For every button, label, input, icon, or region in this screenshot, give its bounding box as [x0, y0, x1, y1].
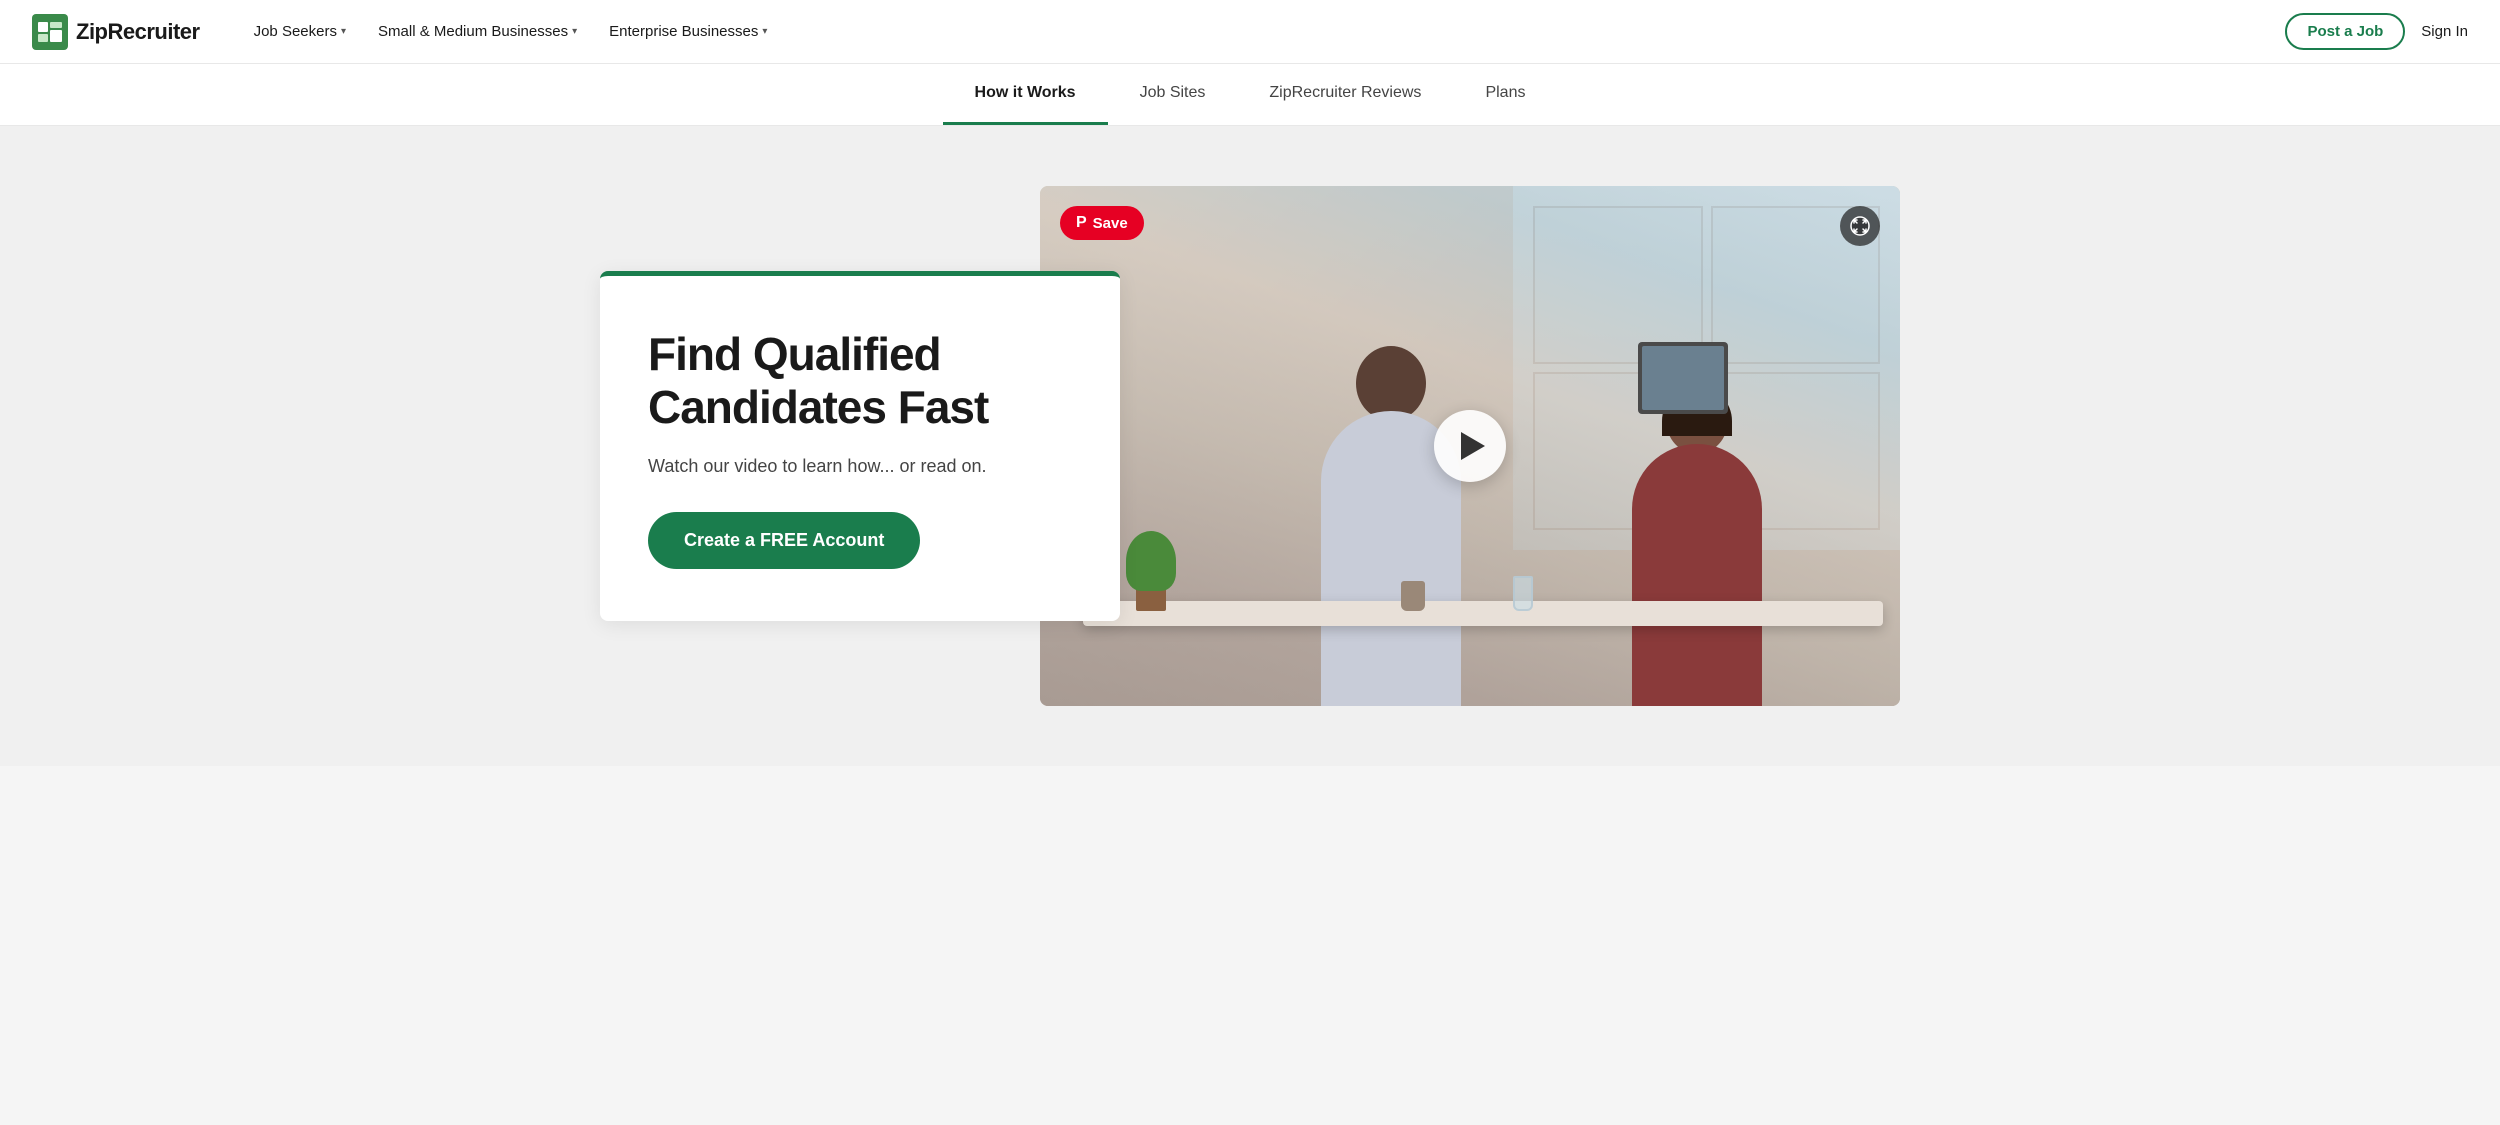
- subnav-reviews[interactable]: ZipRecruiter Reviews: [1237, 64, 1453, 125]
- top-navigation: ZipRecruiter Job Seekers ▾ Small & Mediu…: [0, 0, 2500, 64]
- chevron-down-icon: ▾: [762, 26, 767, 37]
- pinterest-icon: P: [1076, 214, 1087, 232]
- person-left: [1281, 326, 1501, 706]
- nav-job-seekers[interactable]: Job Seekers ▾: [240, 15, 360, 48]
- nav-right: Post a Job Sign In: [2285, 13, 2468, 50]
- hero-subtitle: Watch our video to learn how... or read …: [648, 453, 1072, 480]
- expand-icon[interactable]: [1840, 206, 1880, 246]
- ziprecruiter-logo-icon: [32, 14, 68, 50]
- fullscreen-icon: [1850, 216, 1870, 236]
- hero-video[interactable]: P Save: [1040, 186, 1900, 706]
- hero-title: Find Qualified Candidates Fast: [648, 328, 1072, 434]
- subnav-how-it-works[interactable]: How it Works: [943, 64, 1108, 125]
- monitor: [1638, 342, 1728, 414]
- subnav-plans[interactable]: Plans: [1453, 64, 1557, 125]
- glass: [1513, 576, 1533, 611]
- pinterest-save-label: Save: [1093, 215, 1128, 232]
- nav-small-medium[interactable]: Small & Medium Businesses ▾: [364, 15, 591, 48]
- chevron-down-icon: ▾: [341, 26, 346, 37]
- pinterest-save-badge[interactable]: P Save: [1060, 206, 1144, 240]
- chevron-down-icon: ▾: [572, 26, 577, 37]
- logo[interactable]: ZipRecruiter: [32, 14, 200, 50]
- post-job-button[interactable]: Post a Job: [2285, 13, 2405, 50]
- play-button[interactable]: [1434, 410, 1506, 482]
- coffee-cup: [1401, 581, 1425, 611]
- play-icon: [1461, 432, 1485, 460]
- logo-text: ZipRecruiter: [76, 19, 200, 45]
- hero-section: Find Qualified Candidates Fast Watch our…: [0, 126, 2500, 766]
- sub-navigation: How it Works Job Sites ZipRecruiter Revi…: [0, 64, 2500, 126]
- subnav-job-sites[interactable]: Job Sites: [1108, 64, 1238, 125]
- nav-enterprise[interactable]: Enterprise Businesses ▾: [595, 15, 781, 48]
- sign-in-link[interactable]: Sign In: [2421, 23, 2468, 40]
- hero-content: Find Qualified Candidates Fast Watch our…: [600, 186, 1900, 706]
- create-account-button[interactable]: Create a FREE Account: [648, 512, 920, 569]
- plant: [1126, 531, 1176, 611]
- nav-items: Job Seekers ▾ Small & Medium Businesses …: [240, 15, 2286, 48]
- hero-text-card: Find Qualified Candidates Fast Watch our…: [600, 271, 1120, 622]
- desk: [1083, 601, 1883, 626]
